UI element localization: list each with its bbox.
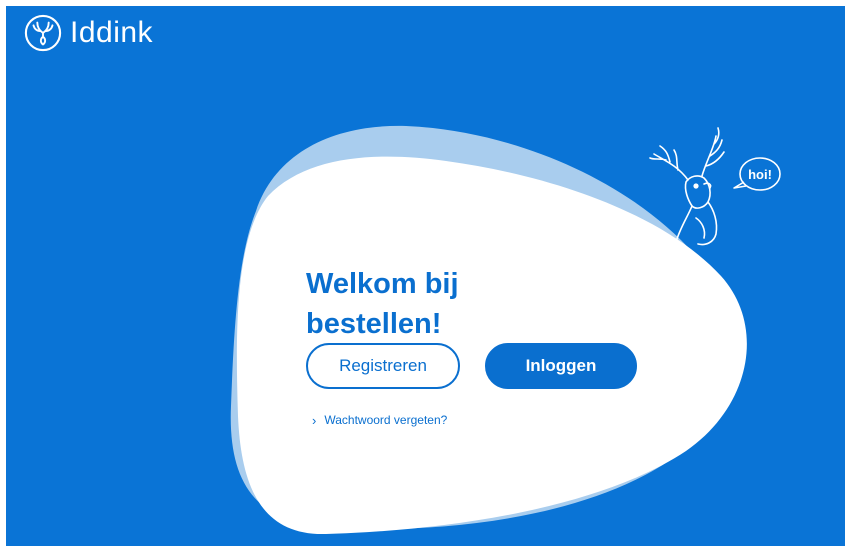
speech-bubble: hoi! <box>733 157 781 191</box>
brand-logo[interactable]: Iddink <box>24 12 153 54</box>
forgot-password-label: Wachtwoord vergeten? <box>324 413 448 427</box>
welcome-heading: Welkom bij bestellen! <box>306 264 546 344</box>
login-button[interactable]: Inloggen <box>485 343 637 389</box>
brand-name: Iddink <box>70 16 154 49</box>
forgot-password-link[interactable]: › Wachtwoord vergeten? <box>312 413 447 427</box>
login-page: Iddink hoi! Welkom bij bestellen! Regist… <box>6 6 845 546</box>
deer-head-logo-icon <box>24 14 62 52</box>
register-button[interactable]: Registreren <box>306 343 460 389</box>
chevron-right-icon: › <box>312 412 317 428</box>
speech-bubble-text: hoi! <box>748 167 772 182</box>
deer-mascot-icon: hoi! <box>649 127 781 246</box>
welcome-line-1: Welkom bij <box>306 268 459 300</box>
welcome-line-2: bestellen! <box>306 308 442 340</box>
